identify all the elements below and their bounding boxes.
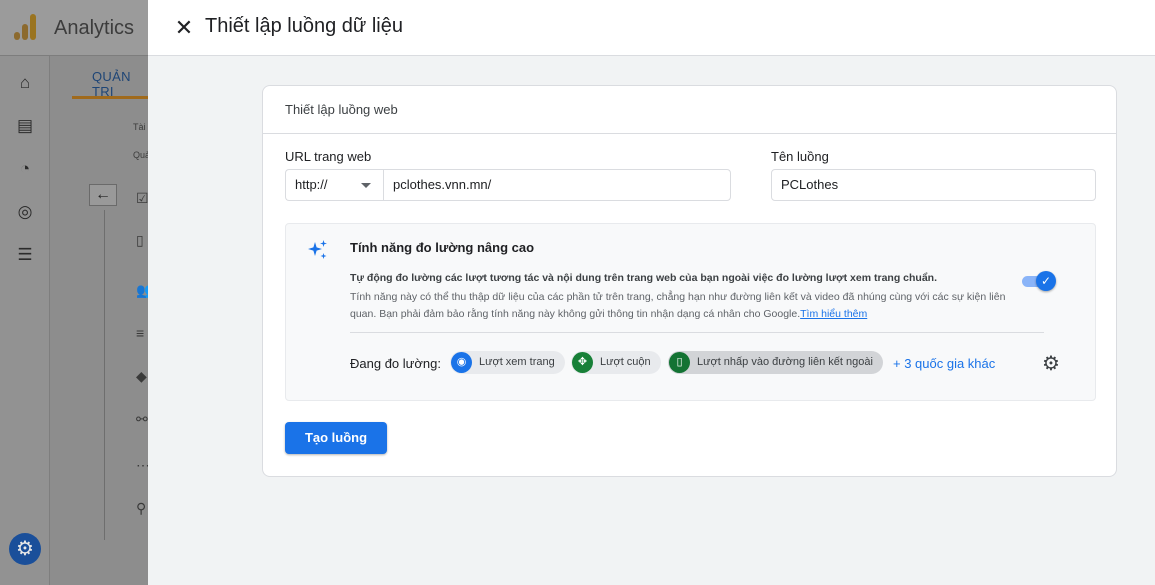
analytics-logo-icon [12,14,38,40]
data-icon: ≡ [136,325,145,341]
dropdown-arrow-icon [361,183,371,188]
back-arrow-icon[interactable]: ← [89,184,117,206]
bg-label: Tài [133,122,146,132]
tab-indicator [72,96,148,99]
gear-icon[interactable]: ⚙ [1040,353,1062,375]
chip-label: Lượt xem trang [479,356,555,368]
enhanced-title: Tính năng đo lường nâng cao [350,240,535,255]
enhanced-desc-bold: Tự động đo lường các lượt tương tác và n… [350,272,937,284]
scroll-icon: ✥ [572,352,593,373]
enhanced-toggle[interactable]: ✓ [1022,271,1056,291]
background-app: Analytics ⌂ ▤ ◔ ◎ ☰ ⚙ QUẢN TRỊ Tài Quả ←… [0,0,153,585]
stream-name-input[interactable]: PCLothes [771,169,1096,201]
eye-icon: ◉ [451,352,472,373]
sparkle-icon [308,240,327,259]
doc-icon: ▯ [136,232,144,248]
enhanced-measurement-panel: Tính năng đo lường nâng cao Tự động đo l… [285,223,1096,401]
list-icon[interactable]: ☰ [16,246,34,264]
advertising-icon[interactable]: ◎ [16,203,34,221]
protocol-value: http:// [295,177,328,192]
link-icon: ⚯ [136,411,148,427]
chip-outbound-clicks: ▯ Lượt nhấp vào đường liên kết ngoài [668,351,883,374]
chip-label: Lượt nhấp vào đường liên kết ngoài [697,356,873,368]
learn-more-link[interactable]: Tìm hiểu thêm [800,308,867,320]
measuring-label: Đang đo lường: [350,356,441,371]
mouse-icon: ▯ [669,352,690,373]
sheet-title: Thiết lập luồng dữ liệu [205,15,403,37]
url-label: URL trang web [285,149,372,164]
chip-page-views: ◉ Lượt xem trang [450,351,565,374]
reports-icon[interactable]: ▤ [16,117,34,135]
stream-name-label: Tên luồng [771,149,829,164]
check-icon: ☑ [136,190,149,206]
check-icon: ✓ [1036,271,1056,291]
app-name: Analytics [54,17,135,39]
create-stream-button[interactable]: Tạo luồng [285,422,387,454]
card-title: Thiết lập luồng web [285,102,398,117]
close-icon[interactable]: ✕ [172,16,196,40]
admin-gear-icon[interactable]: ⚙ [9,533,41,565]
explore-icon[interactable]: ◔ [16,160,34,178]
data-stream-setup-sheet: ✕ Thiết lập luồng dữ liệu Thiết lập luồn… [148,0,1155,585]
enhanced-desc: Tính năng này có thể thu thập dữ liệu củ… [350,289,1010,322]
protocol-select[interactable]: http:// [285,169,383,201]
stack-icon: ◆ [136,368,147,384]
more-events-link[interactable]: + 3 quốc gia khác [893,356,995,371]
url-input[interactable]: pclothes.vnn.mn/ [383,169,731,201]
sheet-header: ✕ Thiết lập luồng dữ liệu [148,0,1155,56]
nav-rail: ⌂ ▤ ◔ ◎ ☰ [0,56,50,585]
divider [263,133,1116,134]
home-icon[interactable]: ⌂ [16,74,34,92]
settings-icon: ⚲ [136,500,147,516]
app-header: Analytics [0,0,148,56]
web-stream-card: Thiết lập luồng web URL trang web http:/… [262,85,1117,477]
admin-tab[interactable]: QUẢN TRỊ [92,69,148,99]
enhanced-desc-text: Tính năng này có thể thu thập dữ liệu củ… [350,291,1006,320]
chip-scrolls: ✥ Lượt cuộn [571,351,661,374]
divider [104,210,105,540]
divider [350,332,1044,333]
chip-label: Lượt cuộn [600,356,651,368]
